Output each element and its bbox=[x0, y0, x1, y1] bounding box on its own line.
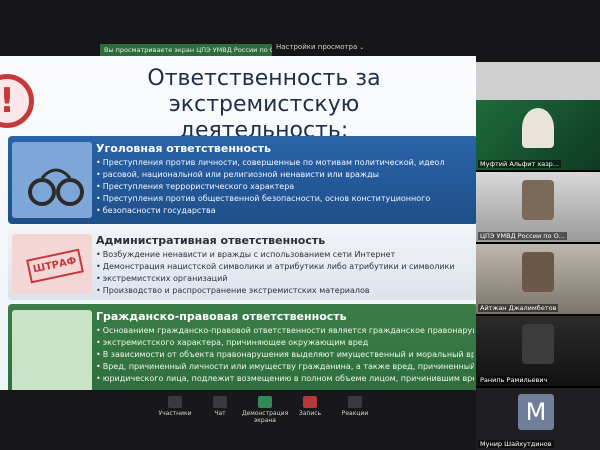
participant-name: ЦПЭ УМВД России по О... bbox=[478, 232, 567, 240]
list-item: экстремистского характера, причиняющее о… bbox=[96, 338, 474, 348]
participant-name: Мунир Шайхутдинов bbox=[478, 440, 554, 448]
slide-title-line-1: Ответственность за экстремистскую bbox=[147, 66, 381, 117]
reactions-label: Реакции bbox=[341, 410, 369, 417]
fine-stamp-icon: ШТРАФ bbox=[26, 248, 84, 284]
record-button[interactable]: Запись bbox=[285, 396, 335, 417]
share-screen-icon bbox=[258, 396, 272, 408]
handcuffs-image bbox=[12, 142, 92, 218]
top-toolbar: Вы просматриваете экран ЦПЭ УМВД России … bbox=[0, 0, 600, 62]
list-item: Возбуждение ненависти и вражды с использ… bbox=[96, 250, 474, 260]
list-item: В зависимости от объекта правонарушения … bbox=[96, 350, 474, 360]
criminal-liability-panel: Уголовная ответственность Преступления п… bbox=[8, 136, 476, 224]
administrative-liability-list: Возбуждение ненависти и вражды с использ… bbox=[96, 250, 474, 298]
meeting-controls: Участники Чат Демонстрация экрана Запись… bbox=[0, 390, 476, 450]
criminal-liability-list: Преступления против личности, совершенны… bbox=[96, 158, 474, 218]
chat-label: Чат bbox=[214, 410, 226, 417]
participant-tile[interactable]: Муфтий Альфит хазр... bbox=[476, 100, 600, 172]
share-screen-label: Демонстрация экрана bbox=[241, 410, 289, 424]
civil-liability-list: Основанием гражданско-правовой ответстве… bbox=[96, 326, 474, 386]
zoom-window: Вы просматриваете экран ЦПЭ УМВД России … bbox=[0, 0, 600, 450]
participants-button[interactable]: Участники bbox=[150, 396, 200, 417]
participants-label: Участники bbox=[158, 410, 192, 417]
record-label: Запись bbox=[298, 410, 322, 417]
slide-title: Ответственность за экстремистскую деятел… bbox=[54, 66, 474, 144]
list-item: Вред, причиненный личности или имуществу… bbox=[96, 362, 474, 372]
participant-tile[interactable]: Айтжан Джалимбетов bbox=[476, 244, 600, 316]
avatar: М bbox=[518, 394, 554, 430]
shared-slide: ! Ответственность за экстремистскую деят… bbox=[0, 56, 476, 424]
participant-video bbox=[522, 108, 554, 148]
handcuffs-icon bbox=[28, 168, 84, 206]
share-screen-button[interactable]: Демонстрация экрана bbox=[240, 396, 290, 424]
participant-tile[interactable]: Ранипь Рамильевич bbox=[476, 316, 600, 388]
warning-icon: ! bbox=[0, 74, 34, 128]
list-item: расовой, национальной или религиозной не… bbox=[96, 170, 474, 180]
participant-name: Муфтий Альфит хазр... bbox=[478, 160, 561, 168]
view-settings-label: Настройки просмотра bbox=[276, 43, 358, 51]
list-item: Демонстрация нацистской символики и атри… bbox=[96, 262, 474, 272]
administrative-liability-title: Административная ответственность bbox=[96, 234, 326, 247]
reactions-icon bbox=[348, 396, 362, 408]
list-item: юридического лица, подлежит возмещению в… bbox=[96, 374, 474, 384]
list-item: Преступления террористического характера bbox=[96, 182, 474, 192]
screen-share-indicator[interactable]: Вы просматриваете экран ЦПЭ УМВД России … bbox=[100, 44, 272, 56]
participant-tile[interactable]: М Мунир Шайхутдинов bbox=[476, 388, 600, 450]
record-icon bbox=[303, 396, 317, 408]
chat-button[interactable]: Чат bbox=[195, 396, 245, 417]
list-item: Основанием гражданско-правовой ответстве… bbox=[96, 326, 474, 336]
participant-video bbox=[522, 324, 554, 364]
participant-name: Айтжан Джалимбетов bbox=[478, 304, 559, 312]
list-item: Преступления против общественной безопас… bbox=[96, 194, 474, 204]
participant-video bbox=[522, 252, 554, 292]
civil-liability-title: Гражданско-правовая ответственность bbox=[96, 310, 347, 323]
participant-gallery: Муфтий Альфит хазр... ЦПЭ УМВД России по… bbox=[476, 100, 600, 450]
participant-video bbox=[522, 180, 554, 220]
participant-name: Ранипь Рамильевич bbox=[478, 376, 550, 384]
criminal-liability-title: Уголовная ответственность bbox=[96, 142, 271, 155]
chat-icon bbox=[213, 396, 227, 408]
fine-image: ШТРАФ bbox=[12, 234, 92, 294]
list-item: Производство и распространение экстремис… bbox=[96, 286, 474, 296]
list-item: безопасности государства bbox=[96, 206, 474, 216]
list-item: Преступления против личности, совершенны… bbox=[96, 158, 474, 168]
administrative-liability-panel: ШТРАФ Административная ответственность В… bbox=[8, 228, 476, 300]
participant-tile[interactable]: ЦПЭ УМВД России по О... bbox=[476, 172, 600, 244]
chevron-down-icon: ⌄ bbox=[359, 44, 365, 51]
reactions-button[interactable]: Реакции bbox=[330, 396, 380, 417]
view-settings-button[interactable]: Настройки просмотра ⌄ bbox=[276, 40, 364, 54]
participants-icon bbox=[168, 396, 182, 408]
list-item: экстремистских организаций bbox=[96, 274, 474, 284]
